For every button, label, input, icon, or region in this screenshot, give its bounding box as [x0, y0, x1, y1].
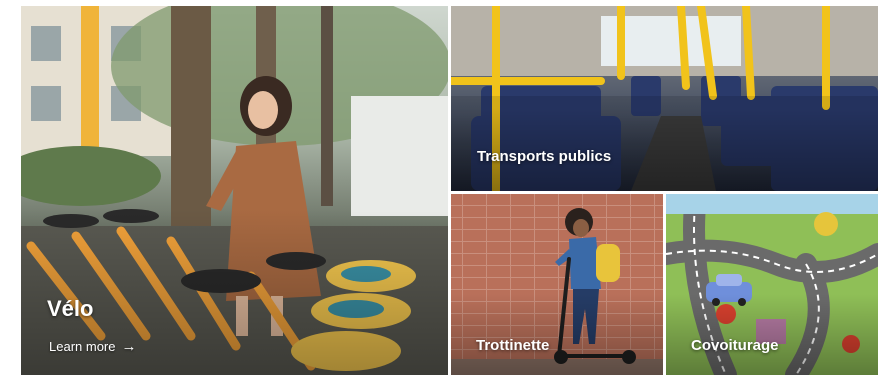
covoiturage-shade — [666, 293, 878, 375]
tile-covoiturage[interactable]: Covoiturage — [666, 194, 878, 375]
tile-covoiturage-title: Covoiturage — [691, 337, 779, 354]
arrow-right-icon: → — [121, 338, 137, 355]
learn-more-label: Learn more — [49, 339, 116, 354]
tile-trottinette-title: Trottinette — [476, 337, 550, 354]
tile-transports-publics-title: Transports publics — [477, 148, 612, 165]
tile-velo[interactable]: Vélo Learn more → — [21, 6, 448, 375]
tile-transports-publics[interactable]: Transports publics — [451, 6, 878, 191]
tile-velo-title: Vélo — [47, 296, 94, 321]
trottinette-shade — [451, 293, 663, 375]
learn-more-link[interactable]: Learn more → — [49, 338, 136, 355]
tile-trottinette[interactable]: Trottinette — [451, 194, 663, 375]
